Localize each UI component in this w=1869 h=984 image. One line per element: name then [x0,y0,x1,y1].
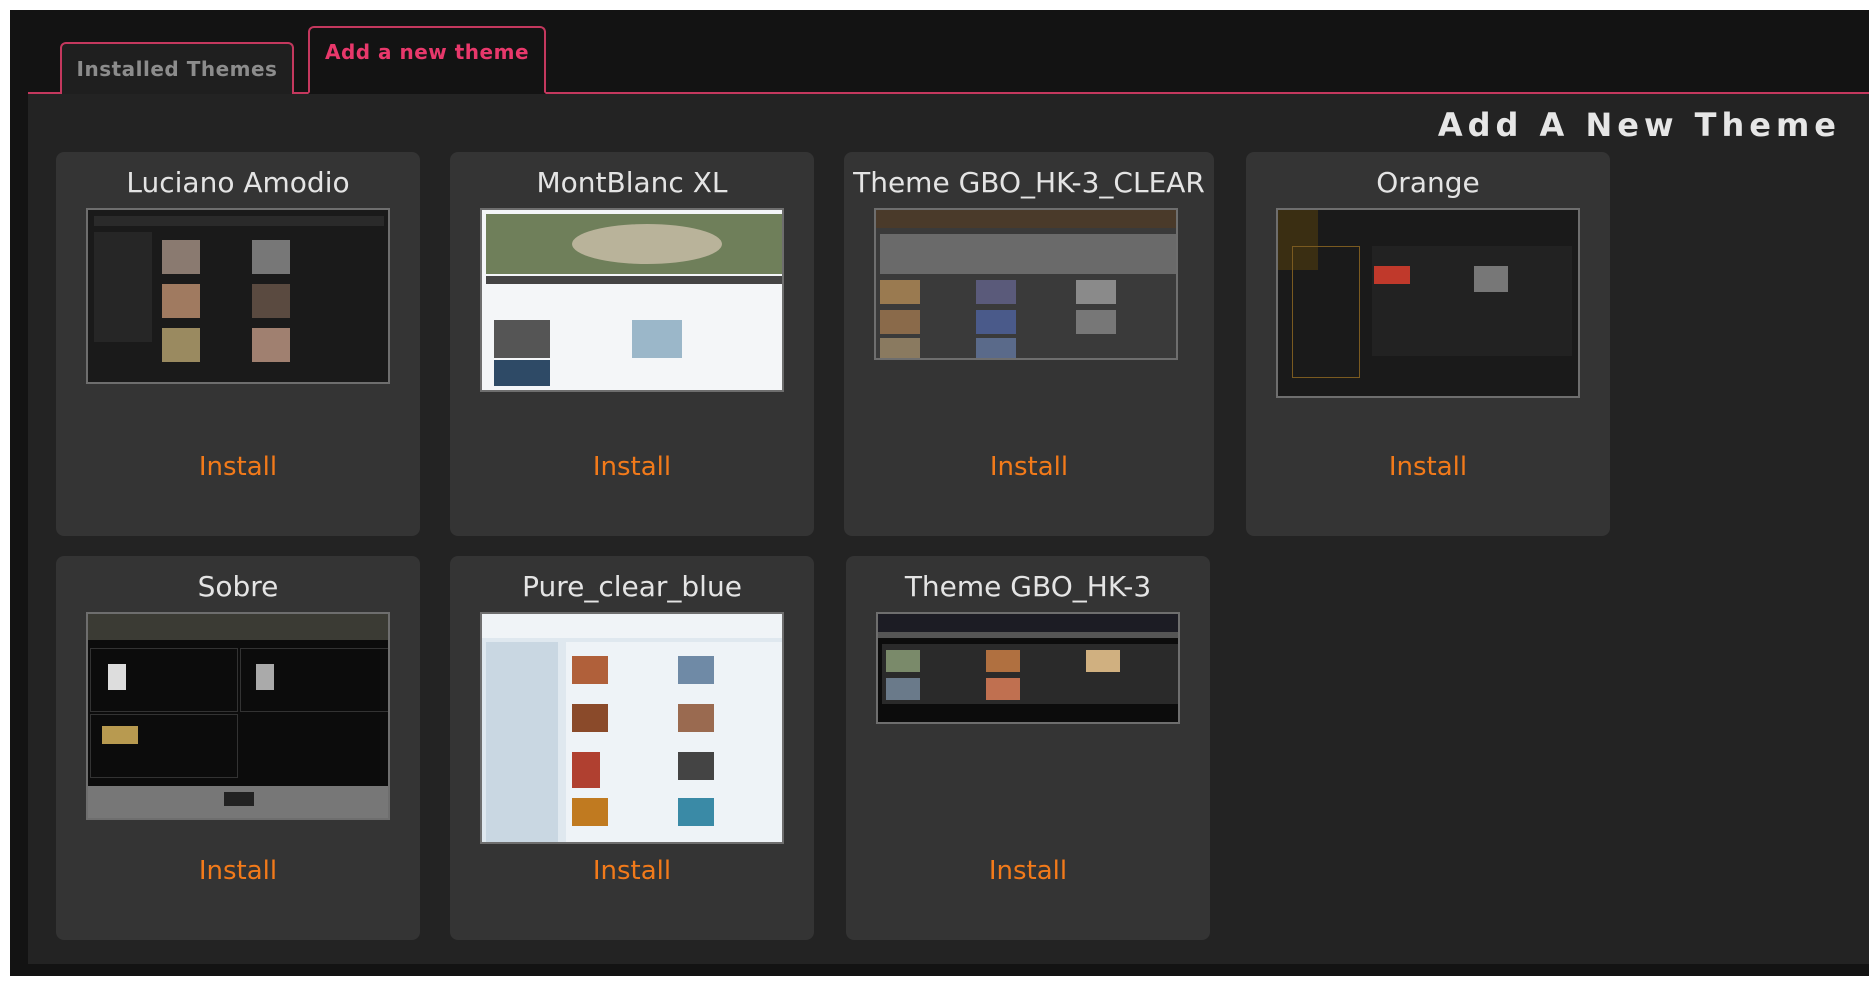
install-button[interactable]: Install [56,856,420,886]
install-button[interactable]: Install [1246,452,1610,482]
theme-card-sobre: Sobre Install [56,556,420,940]
theme-card-pure-clear-blue: Pure_clear_blue Install [450,556,814,940]
theme-preview-image[interactable] [86,208,390,384]
theme-name: Sobre [197,570,279,603]
install-button[interactable]: Install [450,856,814,886]
tab-bar: Installed Themes Add a new theme [28,10,1869,94]
theme-card-montblanc-xl: MontBlanc XL Install [450,152,814,536]
theme-preview-image[interactable] [1276,208,1580,398]
theme-card-orange: Orange Install [1246,152,1610,536]
theme-preview-image[interactable] [874,208,1178,360]
tab-add-new-theme[interactable]: Add a new theme [308,26,546,94]
theme-name: Theme GBO_HK-3_CLEAR [853,166,1205,199]
theme-preview-image[interactable] [86,612,390,820]
theme-manager-window: Installed Themes Add a new theme Add A N… [10,10,1869,976]
theme-name: Theme GBO_HK-3 [904,570,1152,603]
theme-name: Orange [1376,166,1480,199]
theme-preview-image[interactable] [876,612,1180,724]
tab-installed-themes[interactable]: Installed Themes [60,42,294,94]
install-button[interactable]: Install [844,452,1214,482]
add-theme-panel: Add A New Theme Luciano Amodio Install M… [28,94,1869,964]
install-button[interactable]: Install [450,452,814,482]
install-button[interactable]: Install [56,452,420,482]
theme-name: MontBlanc XL [536,166,728,199]
theme-card-gbo-hk3: Theme GBO_HK-3 Install [846,556,1210,940]
theme-preview-image[interactable] [480,208,784,392]
theme-card-gbo-hk3-clear: Theme GBO_HK-3_CLEAR Install [844,152,1214,536]
theme-card-luciano-amodio: Luciano Amodio Install [56,152,420,536]
install-button[interactable]: Install [846,856,1210,886]
theme-name: Pure_clear_blue [522,570,742,603]
theme-preview-image[interactable] [480,612,784,844]
page-title: Add A New Theme [1437,106,1841,144]
theme-name: Luciano Amodio [126,166,350,199]
